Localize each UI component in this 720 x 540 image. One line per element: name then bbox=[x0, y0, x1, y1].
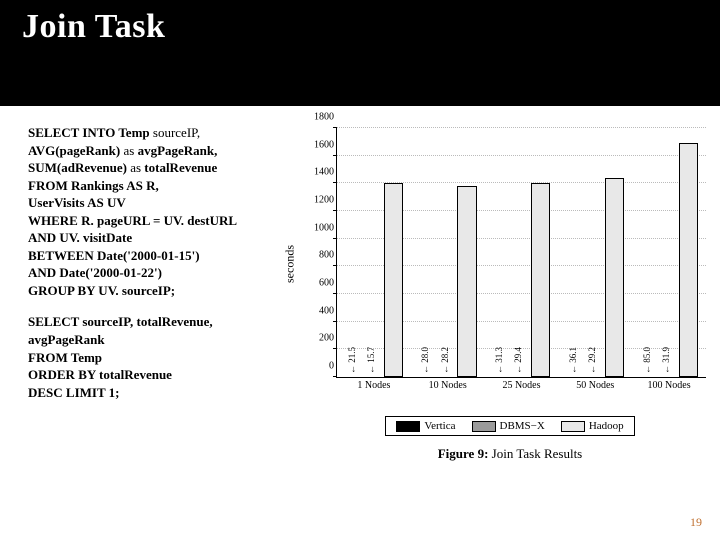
bar-group: 25 Nodes← 31.3← 29.4 bbox=[485, 128, 559, 377]
y-tick: 200 bbox=[319, 333, 337, 344]
bar-label: ← 85.0 bbox=[642, 347, 652, 374]
bar-hadoop bbox=[679, 143, 698, 377]
bar-hadoop bbox=[384, 183, 403, 377]
legend: Vertica DBMS−X Hadoop bbox=[385, 416, 634, 436]
bar-label: ← 31.9 bbox=[661, 347, 671, 374]
bar-vertica: ← 28.0 bbox=[419, 376, 436, 377]
x-tick: 100 Nodes bbox=[632, 377, 706, 391]
sql-query-2: SELECT sourceIP, totalRevenue, avgPageRa… bbox=[28, 313, 300, 401]
bar-group: 1 Nodes← 21.5← 15.7 bbox=[337, 128, 411, 377]
y-tick: 1200 bbox=[314, 195, 337, 206]
sql-query-1: SELECT INTO Temp sourceIP, AVG(pageRank)… bbox=[28, 124, 300, 299]
x-tick: 50 Nodes bbox=[558, 377, 632, 391]
bar-vertica: ← 36.1 bbox=[566, 376, 583, 377]
bar-group: 100 Nodes← 85.0← 31.9 bbox=[632, 128, 706, 377]
swatch-hadoop bbox=[561, 421, 585, 432]
bar-label: ← 29.2 bbox=[587, 347, 597, 374]
y-tick: 1800 bbox=[314, 112, 337, 123]
y-tick: 1400 bbox=[314, 167, 337, 178]
y-axis-label: seconds bbox=[283, 245, 298, 283]
y-tick: 600 bbox=[319, 278, 337, 289]
x-tick: 10 Nodes bbox=[411, 377, 485, 391]
body: SELECT INTO Temp sourceIP, AVG(pageRank)… bbox=[0, 106, 720, 462]
bar-chart: seconds 02004006008001000120014001600180… bbox=[310, 124, 710, 404]
chart-column: seconds 02004006008001000120014001600180… bbox=[310, 124, 710, 462]
bar-dbmsx: ← 28.2 bbox=[438, 376, 455, 377]
page-number: 19 bbox=[690, 515, 702, 530]
x-tick: 25 Nodes bbox=[485, 377, 559, 391]
bar-vertica: ← 21.5 bbox=[345, 376, 362, 377]
bar-hadoop bbox=[605, 178, 624, 377]
x-tick: 1 Nodes bbox=[337, 377, 411, 391]
slide-title: Join Task bbox=[22, 8, 698, 46]
bar-label: ← 29.4 bbox=[513, 347, 523, 374]
legend-dbmsx: DBMS−X bbox=[472, 420, 545, 432]
bar-label: ← 28.2 bbox=[440, 347, 450, 374]
figure-caption: Figure 9: Join Task Results bbox=[438, 446, 583, 462]
bar-dbmsx: ← 29.2 bbox=[586, 376, 603, 377]
bar-group: 50 Nodes← 36.1← 29.2 bbox=[558, 128, 632, 377]
y-tick: 0 bbox=[329, 361, 337, 372]
bar-dbmsx: ← 31.9 bbox=[659, 376, 676, 377]
bar-hadoop bbox=[531, 183, 550, 377]
bar-label: ← 15.7 bbox=[366, 347, 376, 374]
slide: Join Task SELECT INTO Temp sourceIP, AVG… bbox=[0, 0, 720, 540]
swatch-vertica bbox=[396, 421, 420, 432]
bar-hadoop bbox=[457, 186, 476, 377]
y-tick: 400 bbox=[319, 305, 337, 316]
bar-dbmsx: ← 15.7 bbox=[364, 376, 381, 377]
bar-vertica: ← 85.0 bbox=[640, 376, 657, 377]
legend-hadoop: Hadoop bbox=[561, 420, 624, 432]
legend-vertica: Vertica bbox=[396, 420, 455, 432]
bar-label: ← 21.5 bbox=[347, 347, 357, 374]
bar-vertica: ← 31.3 bbox=[493, 376, 510, 377]
bar-label: ← 28.0 bbox=[420, 347, 430, 374]
bar-label: ← 31.3 bbox=[494, 347, 504, 374]
swatch-dbmsx bbox=[472, 421, 496, 432]
bar-group: 10 Nodes← 28.0← 28.2 bbox=[411, 128, 485, 377]
bar-label: ← 36.1 bbox=[568, 347, 578, 374]
y-tick: 800 bbox=[319, 250, 337, 261]
sql-column: SELECT INTO Temp sourceIP, AVG(pageRank)… bbox=[28, 124, 300, 462]
header: Join Task bbox=[0, 0, 720, 106]
bar-dbmsx: ← 29.4 bbox=[512, 376, 529, 377]
plot-area: 0200400600800100012001400160018001 Nodes… bbox=[336, 128, 706, 378]
y-tick: 1600 bbox=[314, 139, 337, 150]
y-tick: 1000 bbox=[314, 222, 337, 233]
